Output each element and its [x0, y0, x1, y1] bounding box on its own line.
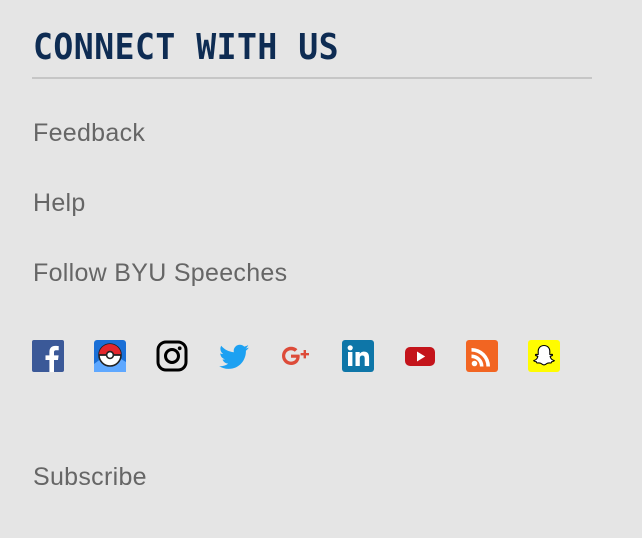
section-title: CONNECT WITH US — [33, 27, 340, 68]
pokemon-go-icon[interactable] — [94, 340, 126, 372]
twitter-icon[interactable] — [218, 340, 250, 372]
facebook-icon[interactable] — [32, 340, 64, 372]
rss-icon[interactable] — [466, 340, 498, 372]
help-link[interactable]: Help — [33, 188, 86, 218]
youtube-icon[interactable] — [404, 340, 436, 372]
linkedin-icon[interactable] — [342, 340, 374, 372]
follow-byu-speeches-link[interactable]: Follow BYU Speeches — [33, 258, 287, 288]
feedback-link[interactable]: Feedback — [33, 118, 145, 148]
title-divider — [32, 77, 592, 79]
google-plus-icon[interactable] — [280, 340, 312, 372]
subscribe-link[interactable]: Subscribe — [33, 462, 147, 492]
snapchat-icon[interactable] — [528, 340, 560, 372]
instagram-icon[interactable] — [156, 340, 188, 372]
